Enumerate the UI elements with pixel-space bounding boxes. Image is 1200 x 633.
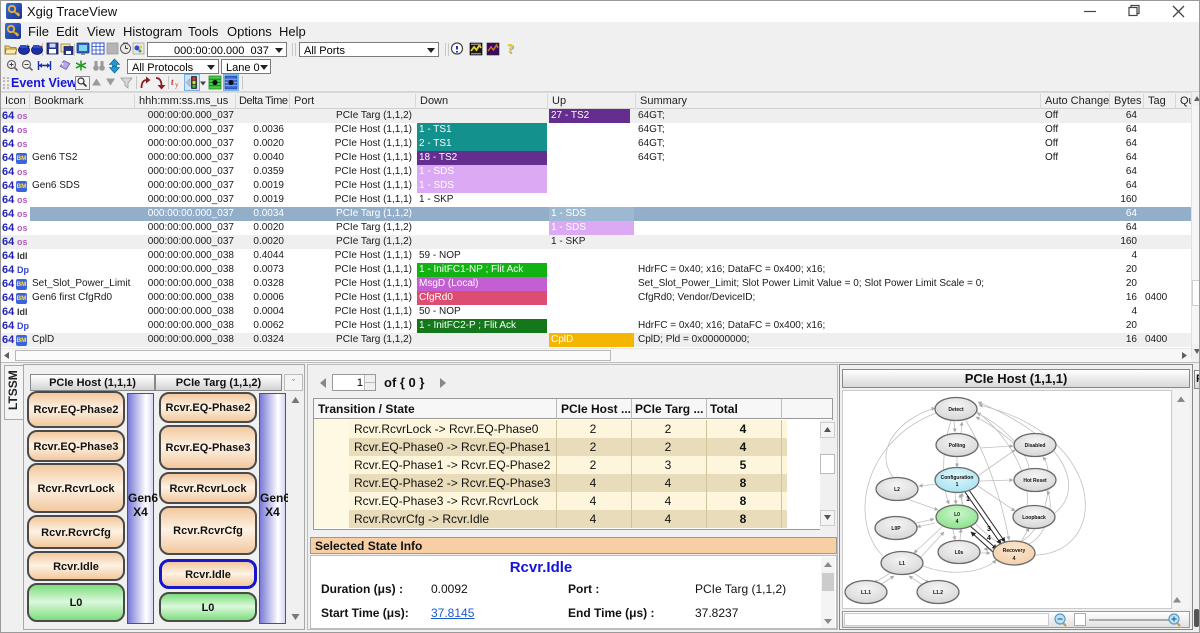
- svg-text:Hot Reset: Hot Reset: [1023, 478, 1047, 484]
- svg-text:3: 3: [987, 526, 991, 533]
- svg-text:L0s: L0s: [955, 550, 964, 556]
- svg-text:y: y: [175, 81, 179, 89]
- svg-text:L0: L0: [954, 512, 960, 518]
- svg-text:?: ?: [507, 42, 514, 57]
- svg-text:1: 1: [966, 496, 970, 503]
- svg-text:Polling: Polling: [949, 443, 966, 449]
- svg-text:L0P: L0P: [891, 526, 901, 532]
- svg-text:Detect: Detect: [948, 407, 964, 413]
- svg-text:L2: L2: [894, 487, 900, 493]
- svg-text:L1.2: L1.2: [933, 590, 943, 596]
- svg-text:4: 4: [956, 519, 959, 525]
- svg-text:Recovery: Recovery: [1003, 548, 1026, 554]
- svg-text:Configuration: Configuration: [941, 475, 974, 481]
- svg-text:4: 4: [1013, 556, 1016, 562]
- svg-text:4: 4: [987, 535, 991, 542]
- svg-text:L1.1: L1.1: [861, 590, 871, 596]
- svg-text:1: 1: [956, 482, 959, 488]
- svg-text:L1: L1: [899, 561, 905, 567]
- svg-text:Loopback: Loopback: [1022, 515, 1046, 521]
- svg-text:t: t: [171, 77, 174, 87]
- svg-text:Disabled: Disabled: [1025, 443, 1046, 449]
